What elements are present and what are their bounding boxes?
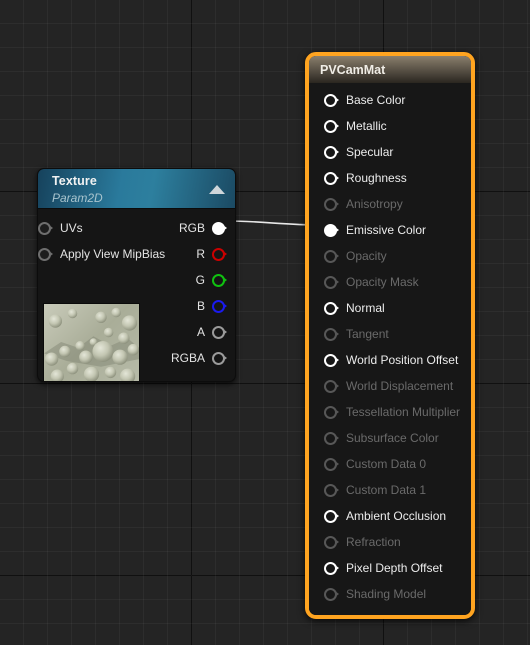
output-label-a: A [196,325,205,339]
output-label-r: R [196,247,205,261]
material-pin-row: Opacity Mask [309,269,471,295]
input-pin-refraction[interactable] [324,535,339,549]
output-pin-rgba[interactable] [212,351,227,365]
input-pin-world-position-offset[interactable] [324,353,339,367]
material-pin-row: Anisotropy [309,191,471,217]
material-pin-row: Opacity [309,243,471,269]
material-pin-row: Specular [309,139,471,165]
input-pin-custom-data-0[interactable] [324,457,339,471]
output-pin-group-b: B [197,299,227,313]
material-input-pin-list: Base Color Metallic Specular Roughness Aniso… [309,83,471,615]
output-pin-group-rgba: RGBA [171,351,227,365]
input-label-apply-view-mipbias: Apply View MipBias [60,247,166,261]
input-label-subsurface-color: Subsurface Color [346,431,439,445]
texture-pin-row: Apply View MipBias R [38,241,235,267]
output-label-rgb: RGB [178,221,205,235]
material-pin-row: Normal [309,295,471,321]
texture-pin-row: G [38,267,235,293]
input-label-roughness: Roughness [346,171,407,185]
input-label-opacity-mask: Opacity Mask [346,275,419,289]
input-pin-pixel-depth-offset[interactable] [324,561,339,575]
input-pin-metallic[interactable] [324,119,339,133]
texture-node-title: Texture [52,174,97,188]
material-node-title: PVCamMat [320,62,386,77]
input-label-normal: Normal [346,301,385,315]
texture-node-header[interactable]: Texture Param2D [38,169,235,209]
material-pin-row: Emissive Color [309,217,471,243]
output-pin-r[interactable] [212,247,227,261]
input-label-pixel-depth-offset: Pixel Depth Offset [346,561,443,575]
input-pin-subsurface-color[interactable] [324,431,339,445]
output-pin-group-a: A [197,325,227,339]
texture-preview-image [44,304,139,381]
material-pin-row: World Position Offset [309,347,471,373]
material-pin-row: Custom Data 1 [309,477,471,503]
input-pin-emissive-color[interactable] [324,223,339,237]
output-label-b: B [196,299,205,313]
material-pin-row: Shading Model [309,581,471,607]
input-pin-anisotropy[interactable] [324,197,339,211]
output-pin-a[interactable] [212,325,227,339]
input-label-anisotropy: Anisotropy [346,197,403,211]
material-pin-row: Tessellation Multiplier [309,399,471,425]
input-label-ambient-occlusion: Ambient Occlusion [346,509,447,523]
material-pin-row: Refraction [309,529,471,555]
texture-sample-node[interactable]: Texture Param2D UVs RGB Apply View MipBi… [37,168,236,382]
input-pin-world-displacement[interactable] [324,379,339,393]
material-pin-row: Ambient Occlusion [309,503,471,529]
input-pin-tessellation-multiplier[interactable] [324,405,339,419]
material-pin-row: Base Color [309,87,471,113]
chevron-up-icon[interactable] [209,185,225,194]
material-output-node[interactable]: PVCamMat Base Color Metallic Specular Rough… [305,52,475,619]
input-label-world-position-offset: World Position Offset [346,353,459,367]
texture-node-body: UVs RGB Apply View MipBias R G B A RGBA [38,209,235,381]
input-pin-specular[interactable] [324,145,339,159]
input-label-shading-model: Shading Model [346,587,427,601]
input-pin-shading-model[interactable] [324,587,339,601]
input-label-metallic: Metallic [346,119,387,133]
output-label-rgba: RGBA [170,351,205,365]
material-pin-row: Roughness [309,165,471,191]
output-pin-group-rgb: RGB [179,221,227,235]
input-pin-opacity-mask[interactable] [324,275,339,289]
input-label-refraction: Refraction [346,535,401,549]
material-pin-row: Metallic [309,113,471,139]
material-pin-row: Subsurface Color [309,425,471,451]
input-label-tangent: Tangent [346,327,389,341]
material-pin-row: World Displacement [309,373,471,399]
input-label-tessellation-multiplier: Tessellation Multiplier [346,405,461,419]
input-label-emissive-color: Emissive Color [346,223,427,237]
material-pin-row: Tangent [309,321,471,347]
output-pin-group-r: R [196,247,227,261]
input-label-base-color: Base Color [346,93,406,107]
input-label-world-displacement: World Displacement [346,379,454,393]
output-pin-b[interactable] [212,299,227,313]
material-pin-row: Custom Data 0 [309,451,471,477]
input-label-specular: Specular [346,145,394,159]
input-label-opacity: Opacity [346,249,387,263]
input-pin-base-color[interactable] [324,93,339,107]
input-pin-ambient-occlusion[interactable] [324,509,339,523]
input-pin-apply-view-mipbias[interactable] [38,247,53,261]
texture-node-subtitle: Param2D [52,191,103,205]
input-label-custom-data-1: Custom Data 1 [346,483,427,497]
input-pin-opacity[interactable] [324,249,339,263]
output-label-g: G [195,273,205,287]
output-pin-g[interactable] [212,273,227,287]
material-pin-row: Pixel Depth Offset [309,555,471,581]
texture-pin-row: UVs RGB [38,215,235,241]
input-label-custom-data-0: Custom Data 0 [346,457,427,471]
texture-preview-thumbnail [43,303,140,381]
output-pin-rgb[interactable] [212,221,227,235]
input-pin-tangent[interactable] [324,327,339,341]
input-pin-custom-data-1[interactable] [324,483,339,497]
material-node-header[interactable]: PVCamMat [309,56,471,83]
input-pin-uvs[interactable] [38,221,53,235]
input-pin-roughness[interactable] [324,171,339,185]
output-pin-group-g: G [196,273,227,287]
input-pin-normal[interactable] [324,301,339,315]
input-label-uvs: UVs [60,221,83,235]
